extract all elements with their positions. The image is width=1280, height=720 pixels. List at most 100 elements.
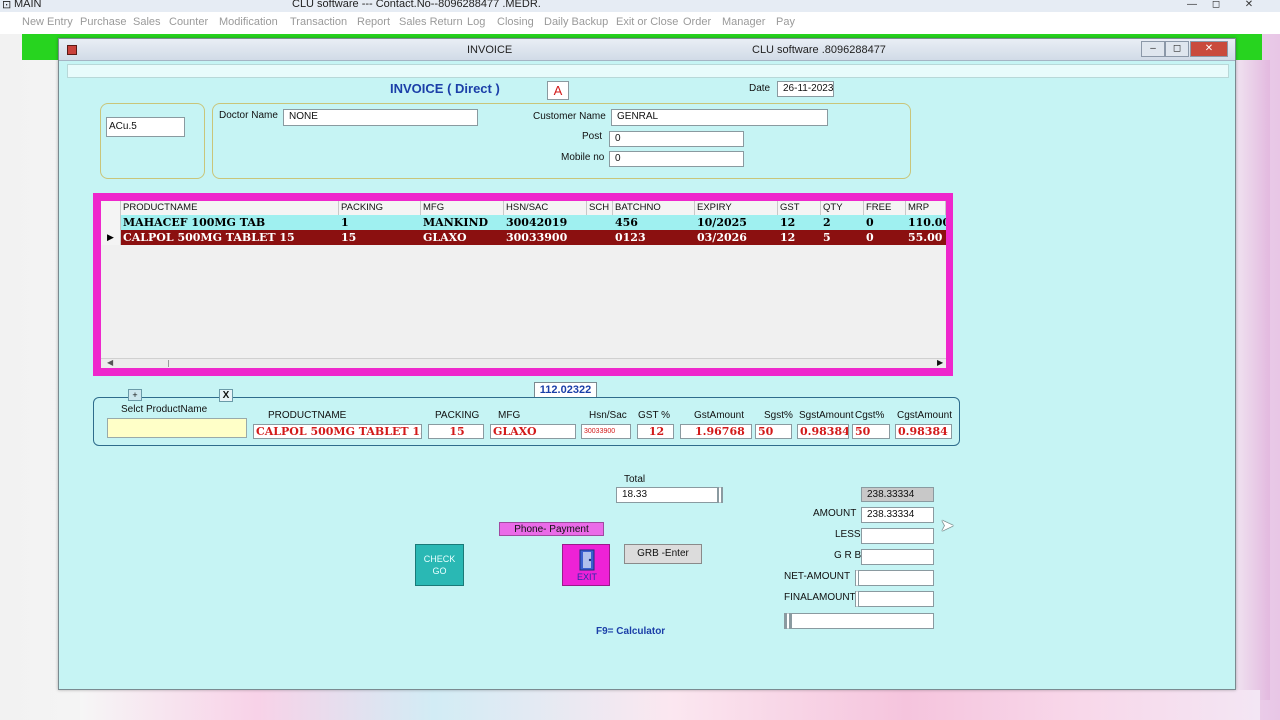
entry-mfg-label: MFG [498, 410, 521, 421]
entry-cgstamount-field[interactable]: 0.98384 [895, 424, 952, 439]
invoice-window-title: INVOICE [467, 44, 513, 56]
mobile-no-label: Mobile no [561, 152, 605, 163]
invoice-titlebar: INVOICE CLU software .8096288477 – ◻ ✕ [59, 39, 1235, 61]
menu-sales[interactable]: Sales [133, 16, 161, 28]
menu-exit-or-close[interactable]: Exit or Close [616, 16, 678, 28]
menu-purchase[interactable]: Purchase [80, 16, 126, 28]
table-row[interactable]: MAHACEF 100MG TAB 1 MANKIND 30042019 456… [101, 215, 946, 230]
app-menubar: New Entry Purchase Sales Counter Modific… [0, 12, 1280, 34]
amount-label: AMOUNT [813, 508, 857, 519]
window-minimize-button[interactable]: – [1141, 41, 1165, 57]
post-field[interactable]: 0 [609, 131, 744, 147]
scroll-right-icon[interactable]: ▶ [937, 358, 943, 367]
window-close-button[interactable]: ✕ [1190, 41, 1228, 57]
app-minimize-button[interactable]: — [1185, 0, 1199, 10]
col-free[interactable]: FREE [864, 201, 906, 215]
entry-gst-label: GST % [638, 410, 671, 421]
col-qty[interactable]: QTY [821, 201, 864, 215]
mouse-cursor-icon: ➤ [940, 516, 955, 535]
entry-gst-field[interactable]: 12 [637, 424, 674, 439]
select-product-input[interactable] [107, 418, 247, 438]
menu-pay[interactable]: Pay [776, 16, 795, 28]
entry-hsn-label: Hsn/Sac [589, 410, 627, 421]
col-sch[interactable]: SCH [587, 201, 613, 215]
check-go-button[interactable]: CHECK GO [415, 544, 464, 586]
exit-button[interactable]: EXIT [562, 544, 610, 586]
mobile-no-field[interactable]: 0 [609, 151, 744, 167]
entry-packing-field[interactable]: 15 [428, 424, 484, 439]
table-row-selected[interactable]: ▶ CALPOL 500MG TABLET 15 15 GLAXO 300339… [101, 230, 946, 245]
total-field[interactable]: 18.33 [616, 487, 723, 503]
final-amount-field[interactable] [855, 591, 934, 607]
extra-amount-field[interactable] [784, 613, 934, 629]
menu-sales-return[interactable]: Sales Return [399, 16, 463, 28]
row-pointer-icon[interactable]: ▶ [101, 230, 121, 245]
menu-counter[interactable]: Counter [169, 16, 208, 28]
exit-button-label: EXIT [576, 572, 597, 582]
grb-field[interactable] [861, 549, 934, 565]
customer-name-field[interactable]: GENRAL [611, 109, 828, 126]
col-productname[interactable]: PRODUCTNAME [121, 201, 339, 215]
phone-payment-button[interactable]: Phone- Payment [499, 522, 604, 536]
date-label: Date [749, 83, 771, 94]
menu-manager[interactable]: Manager [722, 16, 765, 28]
entry-hsn-field[interactable]: 30033900 [581, 424, 631, 439]
app-title: MAIN [14, 0, 42, 10]
menu-daily-backup[interactable]: Daily Backup [544, 16, 608, 28]
less-field[interactable] [861, 528, 934, 544]
col-packing[interactable]: PACKING [339, 201, 421, 215]
entry-gstamount-field[interactable]: 1.96768 [680, 424, 752, 439]
remove-product-button[interactable]: X [219, 389, 233, 402]
menu-order[interactable]: Order [683, 16, 711, 28]
menu-modification[interactable]: Modification [219, 16, 278, 28]
menu-closing[interactable]: Closing [497, 16, 534, 28]
app-close-button[interactable]: ✕ [1242, 0, 1256, 10]
add-product-button[interactable]: + [128, 389, 142, 401]
menu-new-entry[interactable]: New Entry [22, 16, 73, 28]
col-expiry[interactable]: EXPIRY [695, 201, 778, 215]
col-batchno[interactable]: BATCHNO [613, 201, 695, 215]
cell-mfg: MANKIND [423, 216, 489, 229]
window-maximize-button[interactable]: ◻ [1165, 41, 1189, 57]
cell-packing: 15 [341, 231, 357, 244]
scroll-thumb[interactable] [121, 360, 169, 367]
entry-sgst-label: Sgst% [764, 410, 793, 421]
app-maximize-button[interactable]: ◻ [1209, 0, 1223, 10]
menu-log[interactable]: Log [467, 16, 485, 28]
col-gst[interactable]: GST [778, 201, 821, 215]
subtotal-field: 238.33334 [861, 487, 934, 502]
account-code-field[interactable]: ACu.5 [106, 117, 185, 137]
scroll-left-icon[interactable]: ◀ [107, 358, 113, 367]
entry-sgstamount-field[interactable]: 0.98384 [797, 424, 849, 439]
col-mfg[interactable]: MFG [421, 201, 504, 215]
entry-cgst-field[interactable]: 50 [852, 424, 890, 439]
mode-box[interactable]: A [547, 81, 569, 100]
grid-corner [101, 201, 121, 215]
entry-productname-label: PRODUCTNAME [268, 410, 347, 421]
product-grid[interactable]: PRODUCTNAME PACKING MFG HSN/SAC SCH BATC… [101, 201, 946, 368]
cell-expiry: 03/2026 [697, 231, 747, 244]
entry-sgst-field[interactable]: 50 [755, 424, 792, 439]
invoice-heading: INVOICE ( Direct ) [390, 81, 500, 96]
entry-productname-field[interactable]: CALPOL 500MG TABLET 15 [253, 424, 422, 439]
menu-report[interactable]: Report [357, 16, 390, 28]
cell-hsn-sac: 30033900 [506, 231, 568, 244]
row-selector[interactable] [101, 215, 121, 230]
account-group [100, 103, 205, 179]
menu-transaction[interactable]: Transaction [290, 16, 347, 28]
date-field[interactable]: 26-11-2023 [777, 81, 834, 97]
less-label: LESS [835, 529, 861, 540]
amount-badge: 112.02322 [534, 382, 597, 398]
col-mrp[interactable]: MRP [906, 201, 946, 215]
cell-sch [587, 230, 613, 245]
grid-horizontal-scrollbar[interactable]: ◀ ▶ [101, 358, 946, 368]
entry-mfg-field[interactable]: GLAXO [490, 424, 576, 439]
amount-field[interactable]: 238.33334 [861, 507, 934, 523]
col-hsn-sac[interactable]: HSN/SAC [504, 201, 587, 215]
doctor-name-label: Doctor Name [219, 110, 278, 121]
net-amount-field[interactable] [855, 570, 934, 586]
grb-enter-button[interactable]: GRB -Enter [624, 544, 702, 564]
cell-productname: MAHACEF 100MG TAB [123, 216, 266, 229]
cell-qty: 2 [823, 216, 831, 229]
doctor-name-field[interactable]: NONE [283, 109, 478, 126]
